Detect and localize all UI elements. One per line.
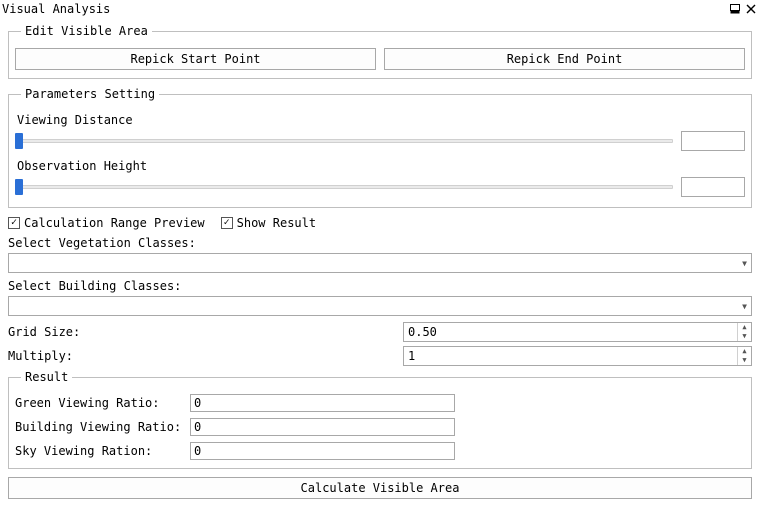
repick-end-button[interactable]: Repick End Point	[384, 48, 745, 70]
chevron-down-icon: ▼	[742, 259, 747, 268]
title-bar: Visual Analysis	[0, 0, 760, 18]
viewing-distance-label: Viewing Distance	[17, 113, 745, 127]
close-icon[interactable]	[746, 4, 756, 14]
building-viewing-ratio-label: Building Viewing Ratio:	[15, 420, 190, 434]
calculate-visible-area-button[interactable]: Calculate Visible Area	[8, 477, 752, 499]
window-controls	[730, 4, 756, 14]
result-legend: Result	[21, 370, 72, 384]
chevron-up-icon[interactable]: ▲	[738, 347, 751, 356]
multiply-value: 1	[404, 347, 737, 365]
content-area: Edit Visible Area Repick Start Point Rep…	[0, 18, 760, 507]
select-vegetation-label: Select Vegetation Classes:	[8, 236, 752, 250]
panel-title: Visual Analysis	[2, 2, 110, 16]
viewing-distance-input[interactable]	[681, 131, 745, 151]
observation-height-slider[interactable]	[15, 179, 673, 195]
multiply-spinner[interactable]: 1 ▲ ▼	[403, 346, 752, 366]
observation-height-input[interactable]	[681, 177, 745, 197]
sky-viewing-ratio-input[interactable]	[190, 442, 455, 460]
observation-height-label: Observation Height	[17, 159, 745, 173]
edit-visible-area-legend: Edit Visible Area	[21, 24, 152, 38]
edit-visible-area-group: Edit Visible Area Repick Start Point Rep…	[8, 24, 752, 79]
grid-size-spinner[interactable]: 0.50 ▲ ▼	[403, 322, 752, 342]
calc-range-preview-label: Calculation Range Preview	[24, 216, 205, 230]
result-group: Result Green Viewing Ratio: Building Vie…	[8, 370, 752, 469]
chevron-up-icon[interactable]: ▲	[738, 323, 751, 332]
green-viewing-ratio-input[interactable]	[190, 394, 455, 412]
checkbox-icon: ✓	[221, 217, 233, 229]
chevron-down-icon[interactable]: ▼	[738, 356, 751, 365]
chevron-down-icon[interactable]: ▼	[738, 332, 751, 341]
dock-icon[interactable]	[730, 4, 740, 14]
calc-range-preview-checkbox[interactable]: ✓ Calculation Range Preview	[8, 216, 205, 230]
viewing-distance-slider[interactable]	[15, 133, 673, 149]
building-viewing-ratio-input[interactable]	[190, 418, 455, 436]
green-viewing-ratio-label: Green Viewing Ratio:	[15, 396, 190, 410]
show-result-checkbox[interactable]: ✓ Show Result	[221, 216, 316, 230]
checkbox-icon: ✓	[8, 217, 20, 229]
select-building-combo[interactable]: ▼	[8, 296, 752, 316]
sky-viewing-ratio-label: Sky Viewing Ration:	[15, 444, 190, 458]
chevron-down-icon: ▼	[742, 302, 747, 311]
parameters-setting-group: Parameters Setting Viewing Distance Obse…	[8, 87, 752, 208]
grid-size-label: Grid Size:	[8, 325, 403, 339]
slider-thumb-icon[interactable]	[15, 179, 23, 195]
show-result-label: Show Result	[237, 216, 316, 230]
parameters-setting-legend: Parameters Setting	[21, 87, 159, 101]
slider-thumb-icon[interactable]	[15, 133, 23, 149]
grid-size-value: 0.50	[404, 323, 737, 341]
select-vegetation-combo[interactable]: ▼	[8, 253, 752, 273]
select-building-label: Select Building Classes:	[8, 279, 752, 293]
multiply-label: Multiply:	[8, 349, 403, 363]
repick-start-button[interactable]: Repick Start Point	[15, 48, 376, 70]
